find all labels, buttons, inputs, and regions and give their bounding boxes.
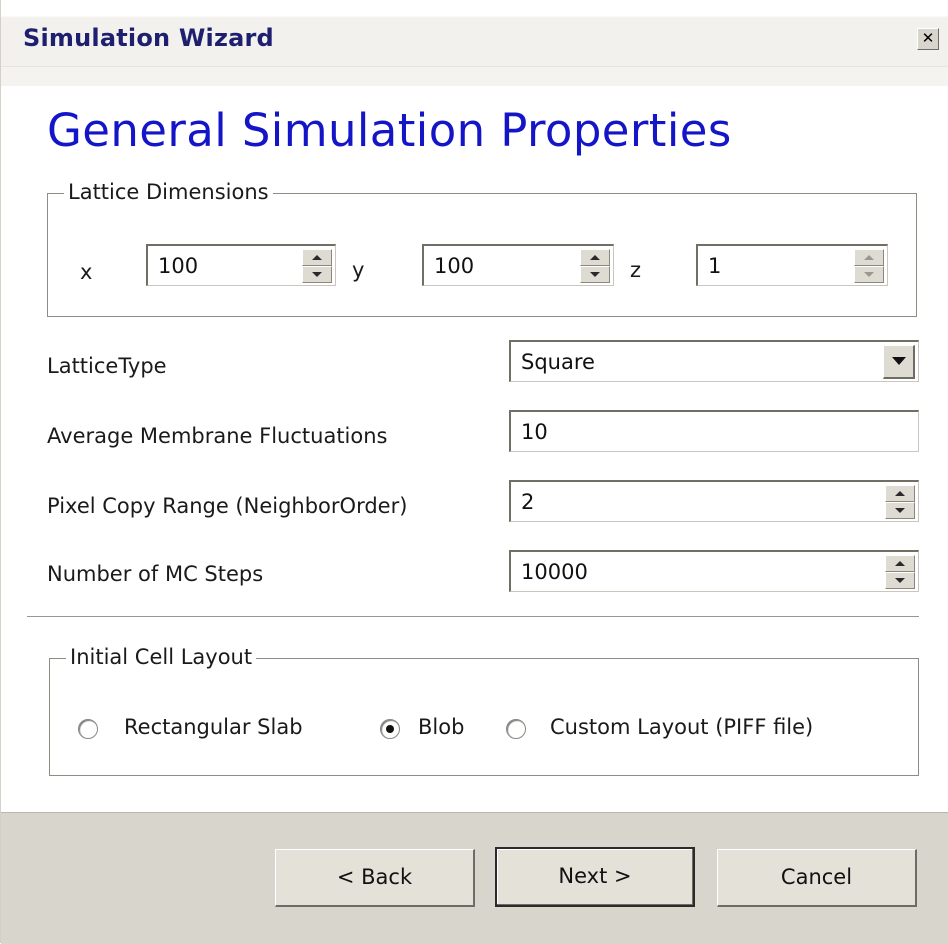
radio-blob-label: Blob	[418, 715, 465, 739]
z-label: z	[630, 258, 642, 282]
chevron-down-icon	[895, 578, 905, 583]
chevron-up-icon	[590, 255, 600, 260]
membrane-fluctuations-label: Average Membrane Fluctuations	[47, 424, 388, 448]
x-increment-button[interactable]	[302, 249, 332, 266]
y-dimension-value: 100	[434, 254, 475, 278]
mc-steps-spin-buttons	[885, 555, 915, 589]
lattice-dimensions-group: Lattice Dimensions x 100 y 100 z 1	[47, 180, 917, 317]
mc-steps-label: Number of MC Steps	[47, 562, 264, 586]
dropdown-arrow-icon	[892, 357, 906, 365]
window-title: Simulation Wizard	[23, 24, 274, 52]
radio-button	[506, 719, 526, 739]
pixel-copy-range-decrement-button[interactable]	[885, 502, 915, 519]
radio-rectangular-slab-label: Rectangular Slab	[124, 715, 303, 739]
simulation-wizard-window: Simulation Wizard ✕ General Simulation P…	[0, 0, 948, 944]
chevron-up-icon	[312, 255, 322, 260]
y-spin-buttons	[580, 249, 610, 283]
chevron-up-icon	[864, 255, 874, 260]
chevron-down-icon	[312, 272, 322, 277]
chevron-down-icon	[590, 272, 600, 277]
radio-custom-layout-label: Custom Layout (PIFF file)	[550, 715, 814, 739]
x-dimension-value: 100	[158, 254, 199, 278]
membrane-fluctuations-value: 10	[521, 420, 548, 444]
mc-steps-spinbox[interactable]: 10000	[509, 550, 919, 592]
next-button[interactable]: Next >	[495, 847, 695, 907]
pixel-copy-range-label: Pixel Copy Range (NeighborOrder)	[47, 494, 408, 518]
pixel-copy-range-spinbox[interactable]: 2	[509, 480, 919, 522]
x-label: x	[80, 260, 93, 284]
mc-steps-value: 10000	[521, 560, 588, 584]
y-label: y	[352, 258, 365, 282]
mc-steps-decrement-button[interactable]	[885, 572, 915, 589]
lattice-type-label: LatticeType	[47, 354, 167, 378]
lattice-type-dropdown-button[interactable]	[883, 345, 915, 379]
chevron-down-icon	[895, 508, 905, 513]
x-spin-buttons	[302, 249, 332, 283]
close-icon: ✕	[921, 29, 935, 47]
button-bar: < Back Next > Cancel	[1, 812, 948, 944]
title-bar: Simulation Wizard ✕	[1, 0, 948, 86]
y-dimension-spinbox[interactable]: 100	[422, 244, 614, 286]
chevron-up-icon	[895, 561, 905, 566]
z-decrement-button[interactable]	[854, 266, 884, 283]
radio-blob[interactable]: Blob	[380, 715, 480, 745]
y-increment-button[interactable]	[580, 249, 610, 266]
chevron-down-icon	[864, 272, 874, 277]
cancel-button[interactable]: Cancel	[717, 849, 917, 907]
z-dimension-value: 1	[708, 254, 722, 278]
radio-rectangular-slab[interactable]: Rectangular Slab	[78, 715, 348, 745]
z-dimension-spinbox[interactable]: 1	[696, 244, 888, 286]
initial-cell-layout-label: Initial Cell Layout	[66, 645, 257, 669]
x-decrement-button[interactable]	[302, 266, 332, 283]
radio-custom-layout[interactable]: Custom Layout (PIFF file)	[506, 715, 906, 745]
radio-button	[78, 719, 98, 739]
z-increment-button[interactable]	[854, 249, 884, 266]
back-button[interactable]: < Back	[275, 849, 475, 907]
section-divider	[27, 616, 919, 618]
close-button[interactable]: ✕	[917, 28, 939, 50]
lattice-type-value: Square	[521, 350, 595, 374]
y-decrement-button[interactable]	[580, 266, 610, 283]
radio-button-selected	[380, 719, 400, 739]
pixel-copy-range-spin-buttons	[885, 485, 915, 519]
pixel-copy-range-increment-button[interactable]	[885, 485, 915, 502]
pixel-copy-range-value: 2	[521, 490, 535, 514]
chevron-up-icon	[895, 491, 905, 496]
x-dimension-spinbox[interactable]: 100	[146, 244, 336, 286]
mc-steps-increment-button[interactable]	[885, 555, 915, 572]
initial-cell-layout-group: Initial Cell Layout Rectangular Slab Blo…	[49, 645, 919, 776]
page-heading: General Simulation Properties	[47, 104, 732, 157]
z-spin-buttons	[854, 249, 884, 283]
lattice-type-select[interactable]: Square	[509, 340, 919, 382]
radio-dot	[386, 725, 394, 733]
lattice-dimensions-label: Lattice Dimensions	[64, 180, 273, 204]
membrane-fluctuations-input[interactable]: 10	[509, 410, 919, 452]
